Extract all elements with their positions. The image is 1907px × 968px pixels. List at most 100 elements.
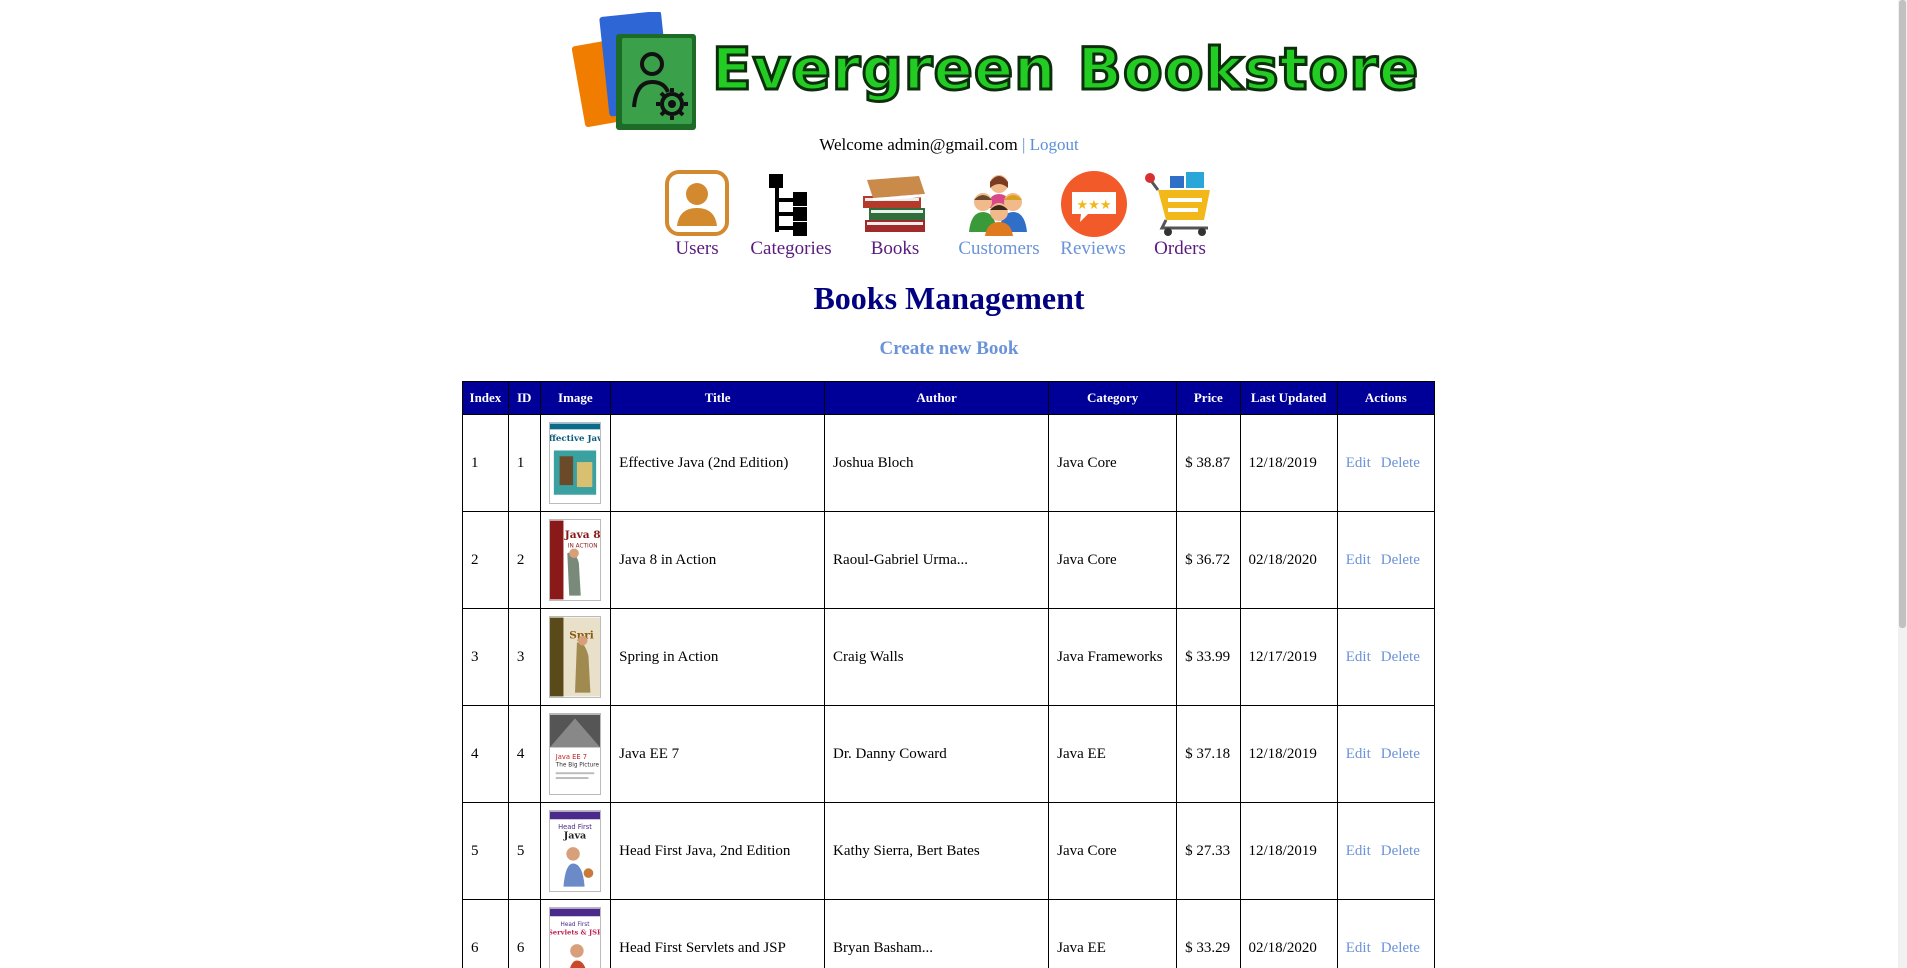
table-row: 4 4 Java EE 7 The Big Picture Java EE 7 … bbox=[462, 705, 1436, 803]
cell-actions: Edit Delete bbox=[1336, 608, 1436, 706]
cell-title: Effective Java (2nd Edition) bbox=[610, 414, 826, 512]
menu-item-users[interactable]: Users bbox=[660, 170, 734, 260]
cell-id: 6 bbox=[507, 899, 541, 968]
col-header-price: Price bbox=[1176, 381, 1241, 415]
cell-id: 1 bbox=[507, 414, 541, 512]
col-header-index: Index bbox=[462, 381, 509, 415]
delete-link[interactable]: Delete bbox=[1381, 649, 1420, 665]
menu-label-users: Users bbox=[675, 238, 719, 259]
cell-last-updated: 02/18/2020 bbox=[1239, 511, 1338, 609]
cell-actions: Edit Delete bbox=[1336, 899, 1436, 968]
menu-item-orders[interactable]: Orders bbox=[1144, 170, 1216, 260]
cell-index: 3 bbox=[462, 608, 509, 706]
delete-link[interactable]: Delete bbox=[1381, 552, 1420, 568]
create-new-book-link[interactable]: Create new Book bbox=[880, 338, 1019, 359]
cell-image: Effective Java bbox=[539, 414, 612, 512]
menu-item-reviews[interactable]: ★★★ Reviews bbox=[1058, 170, 1128, 260]
cell-id: 4 bbox=[507, 705, 541, 803]
delete-link[interactable]: Delete bbox=[1381, 455, 1420, 471]
cell-index: 6 bbox=[462, 899, 509, 968]
cell-id: 2 bbox=[507, 511, 541, 609]
brand-name: Evergreen Bookstore bbox=[710, 35, 1420, 103]
cell-last-updated: 12/18/2019 bbox=[1239, 802, 1338, 900]
cell-price: $ 33.29 bbox=[1176, 899, 1241, 968]
col-header-category: Category bbox=[1048, 381, 1178, 415]
table-row: 2 2 Java 8 IN ACTION Java 8 in Action Ra… bbox=[462, 511, 1436, 609]
cell-author: Kathy Sierra, Bert Bates bbox=[824, 802, 1050, 900]
svg-text:★★★: ★★★ bbox=[1077, 198, 1112, 213]
people-group-icon bbox=[969, 175, 1027, 236]
cell-index: 1 bbox=[462, 414, 509, 512]
cell-author: Bryan Basham... bbox=[824, 899, 1050, 968]
cell-price: $ 27.33 bbox=[1176, 802, 1241, 900]
menu-label-categories: Categories bbox=[750, 238, 832, 259]
svg-text:Java EE 7: Java EE 7 bbox=[554, 753, 586, 761]
cell-price: $ 38.87 bbox=[1176, 414, 1241, 512]
svg-text:Java 8: Java 8 bbox=[563, 529, 600, 541]
edit-link[interactable]: Edit bbox=[1346, 455, 1371, 471]
user-avatar-icon bbox=[665, 170, 729, 236]
cell-category: Java EE bbox=[1048, 899, 1178, 968]
menu-label-reviews: Reviews bbox=[1060, 238, 1126, 259]
books-admin-gear-icon bbox=[572, 12, 696, 130]
cell-image: Head First Java bbox=[539, 802, 612, 900]
cell-price: $ 37.18 bbox=[1176, 705, 1241, 803]
delete-link[interactable]: Delete bbox=[1381, 940, 1420, 956]
books-table: Index ID Image Title Author Category Pri… bbox=[462, 381, 1436, 968]
cell-last-updated: 12/17/2019 bbox=[1239, 608, 1338, 706]
site-logo[interactable]: Evergreen Bookstore bbox=[572, 12, 1420, 134]
svg-text:Servlets & JSP: Servlets & JSP bbox=[549, 929, 601, 937]
tree-hierarchy-icon bbox=[769, 174, 807, 236]
col-header-title: Title bbox=[610, 381, 826, 415]
cell-actions: Edit Delete bbox=[1336, 802, 1436, 900]
cell-last-updated: 02/18/2020 bbox=[1239, 899, 1338, 968]
col-header-actions: Actions bbox=[1336, 381, 1436, 415]
svg-text:IN ACTION: IN ACTION bbox=[567, 544, 597, 550]
cell-category: Java Core bbox=[1048, 511, 1178, 609]
delete-link[interactable]: Delete bbox=[1381, 746, 1420, 762]
edit-link[interactable]: Edit bbox=[1346, 649, 1371, 665]
cell-author: Dr. Danny Coward bbox=[824, 705, 1050, 803]
col-header-id: ID bbox=[507, 381, 541, 415]
edit-link[interactable]: Edit bbox=[1346, 843, 1371, 859]
svg-text:Java: Java bbox=[562, 831, 586, 842]
cell-index: 4 bbox=[462, 705, 509, 803]
cell-image: Java EE 7 The Big Picture bbox=[539, 705, 612, 803]
cell-price: $ 33.99 bbox=[1176, 608, 1241, 706]
col-header-last-updated: Last Updated bbox=[1239, 381, 1338, 415]
svg-text:Head First: Head First bbox=[560, 922, 590, 928]
cell-image: Spri bbox=[539, 608, 612, 706]
cell-title: Java EE 7 bbox=[610, 705, 826, 803]
menu-item-customers[interactable]: Customers bbox=[954, 170, 1044, 260]
cell-author: Raoul-Gabriel Urma... bbox=[824, 511, 1050, 609]
menu-item-books[interactable]: Books bbox=[858, 170, 932, 260]
cell-actions: Edit Delete bbox=[1336, 705, 1436, 803]
logout-link[interactable]: Logout bbox=[1030, 135, 1079, 154]
edit-link[interactable]: Edit bbox=[1346, 552, 1371, 568]
table-row: 1 1 Effective Java Effective Java (2nd E… bbox=[462, 414, 1436, 512]
book-cover-image: Java 8 IN ACTION bbox=[548, 519, 601, 601]
book-cover-image: Effective Java bbox=[548, 422, 601, 504]
edit-link[interactable]: Edit bbox=[1346, 940, 1371, 956]
shopping-cart-icon bbox=[1145, 172, 1210, 236]
table-row: 3 3 Spri Spring in Action Craig Walls Ja… bbox=[462, 608, 1436, 706]
cell-category: Java Core bbox=[1048, 414, 1178, 512]
edit-link[interactable]: Edit bbox=[1346, 746, 1371, 762]
admin-menu: Users Categories Books Customers ★★★ Rev… bbox=[0, 170, 1898, 262]
delete-link[interactable]: Delete bbox=[1381, 843, 1420, 859]
table-row: 6 6 Head First Servlets & JSP Head First… bbox=[462, 899, 1436, 968]
table-header-row: Index ID Image Title Author Category Pri… bbox=[462, 381, 1436, 415]
cell-title: Java 8 in Action bbox=[610, 511, 826, 609]
page-scrollbar[interactable] bbox=[1898, 0, 1907, 968]
cell-index: 5 bbox=[462, 802, 509, 900]
cell-last-updated: 12/18/2019 bbox=[1239, 705, 1338, 803]
cell-actions: Edit Delete bbox=[1336, 511, 1436, 609]
cell-index: 2 bbox=[462, 511, 509, 609]
cell-author: Craig Walls bbox=[824, 608, 1050, 706]
cell-actions: Edit Delete bbox=[1336, 414, 1436, 512]
menu-item-categories[interactable]: Categories bbox=[748, 170, 834, 260]
star-rating-bubble-icon: ★★★ bbox=[1061, 171, 1127, 237]
cell-last-updated: 12/18/2019 bbox=[1239, 414, 1338, 512]
cell-category: Java Frameworks bbox=[1048, 608, 1178, 706]
scrollbar-thumb[interactable] bbox=[1899, 0, 1906, 628]
